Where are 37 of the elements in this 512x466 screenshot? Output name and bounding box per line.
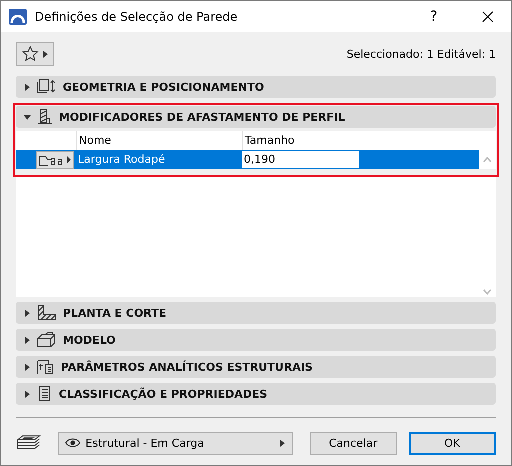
layers-icon xyxy=(16,434,42,452)
expand-icon xyxy=(24,310,31,316)
window-title: Definições de Selecção de Parede xyxy=(35,10,239,24)
expand-icon xyxy=(24,84,31,90)
panel-header[interactable]: GEOMETRIA E POSICIONAMENTO xyxy=(16,76,496,98)
panel-header[interactable]: MODIFICADORES DE AFASTAMENTO DE PERFIL xyxy=(16,106,496,128)
close-icon xyxy=(482,10,494,22)
panel-header[interactable]: PARÂMETROS ANALÍTICOS ESTRUTURAIS xyxy=(16,356,496,378)
plan-section-icon xyxy=(37,305,57,321)
wall-profile-icon xyxy=(37,109,53,125)
panel-header[interactable]: CLASSIFICAÇÃO E PROPRIEDADES xyxy=(16,383,496,405)
arrow-icon xyxy=(278,440,286,446)
structural-icon xyxy=(37,359,55,375)
geometry-icon xyxy=(37,79,57,95)
row-name: Largura Rodapé xyxy=(76,150,242,169)
panel-header[interactable]: MODELO xyxy=(16,329,496,351)
arrow-icon xyxy=(42,50,48,58)
box-icon xyxy=(37,332,57,348)
document-icon xyxy=(37,386,53,402)
expand-icon xyxy=(24,336,31,344)
scroll-down-icon[interactable] xyxy=(483,289,492,295)
ok-button[interactable]: OK xyxy=(408,432,496,454)
scroll-up-icon[interactable] xyxy=(483,156,492,162)
expand-icon xyxy=(24,364,31,370)
expand-icon xyxy=(24,390,31,398)
app-logo-icon xyxy=(9,8,27,24)
collapse-icon xyxy=(24,114,31,120)
help-button[interactable]: ? xyxy=(411,1,457,32)
star-icon xyxy=(22,46,38,62)
panel-header[interactable]: PLANTA E CORTE xyxy=(16,302,496,324)
selection-info: Seleccionado: 1 Editável: 1 xyxy=(346,48,496,60)
favorites-button[interactable] xyxy=(16,42,54,66)
value-field[interactable]: 0,190 xyxy=(242,151,359,168)
cancel-button[interactable]: Cancelar xyxy=(310,432,397,454)
layer-dropdown[interactable]: Estrutural - Em Carga xyxy=(58,432,293,454)
profile-picker-icon[interactable] xyxy=(36,150,74,168)
eye-icon xyxy=(64,438,81,448)
